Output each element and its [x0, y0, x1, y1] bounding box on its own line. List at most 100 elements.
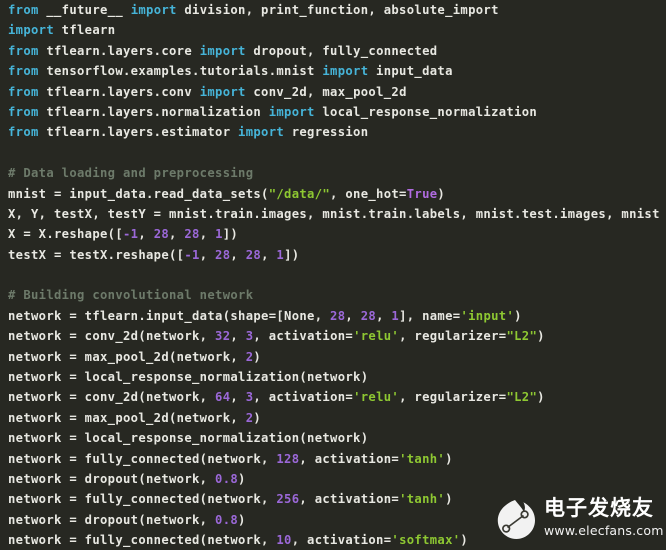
code-line[interactable]: from tflearn.layers.conv import conv_2d,…: [0, 82, 666, 102]
code-token: 'tanh': [399, 492, 446, 507]
code-token: tflearn.layers.conv: [38, 84, 200, 99]
code-token: regression: [284, 125, 369, 140]
code-line[interactable]: network = fully_connected(network, 10, a…: [0, 530, 666, 550]
code-token: , activation=: [253, 390, 354, 405]
code-line[interactable]: network = conv_2d(network, 32, 3, activa…: [0, 326, 666, 346]
code-token: __future__: [38, 3, 131, 17]
code-token: ,: [261, 247, 277, 262]
code-token: ], name=: [399, 308, 461, 323]
code-line[interactable]: network = conv_2d(network, 64, 3, activa…: [0, 387, 666, 407]
code-token: dropout, fully_connected: [245, 43, 438, 58]
code-token: ): [537, 329, 545, 344]
code-token: True: [406, 186, 438, 201]
code-token: ): [253, 349, 262, 364]
code-token: import: [199, 43, 246, 58]
code-token: ,: [199, 227, 216, 242]
code-token: network = conv_2d(network,: [8, 390, 216, 405]
code-token: network = dropout(network,: [8, 512, 216, 527]
code-line[interactable]: [0, 265, 666, 285]
code-token: , activation=: [299, 492, 400, 507]
code-token: ): [445, 451, 453, 466]
code-token: 'relu': [353, 329, 400, 344]
code-line[interactable]: # Building convolutional network: [0, 285, 666, 305]
code-token: ,: [230, 247, 246, 262]
code-token: 256: [276, 492, 300, 507]
code-token: ,: [345, 308, 361, 323]
code-token: ): [238, 471, 246, 486]
code-token: ): [460, 533, 469, 548]
code-token: tflearn.layers.core: [38, 43, 200, 58]
code-token: ,: [138, 227, 154, 242]
code-line[interactable]: import tflearn: [0, 20, 666, 40]
code-token: ): [253, 410, 262, 425]
code-token: 0.8: [215, 512, 239, 527]
code-token: 1: [391, 308, 400, 323]
code-token: network = max_pool_2d(network,: [8, 349, 246, 364]
code-token: ): [514, 308, 522, 323]
code-token: input_data: [368, 64, 453, 79]
code-token: 28: [330, 308, 346, 323]
code-line[interactable]: # Data loading and preprocessing: [0, 163, 666, 183]
code-token: ]): [222, 227, 239, 242]
code-token: conv_2d, max_pool_2d: [245, 84, 407, 99]
code-token: testX = testX.reshape([: [8, 247, 185, 262]
code-line[interactable]: [0, 143, 666, 163]
code-token: import: [268, 104, 315, 119]
code-line[interactable]: network = dropout(network, 0.8): [0, 469, 666, 489]
code-token: , activation=: [253, 329, 354, 344]
code-token: network = fully_connected(network,: [8, 492, 277, 507]
code-token: network = fully_connected(network,: [8, 533, 277, 548]
code-line[interactable]: X, Y, testX, testY = mnist.train.images,…: [0, 204, 666, 224]
code-token: 'input': [460, 308, 515, 323]
code-token: from: [8, 125, 39, 140]
code-token: import: [238, 125, 285, 140]
code-line[interactable]: from __future__ import division, print_f…: [0, 0, 666, 20]
code-token: "L2": [506, 329, 538, 344]
code-token: ): [437, 186, 446, 201]
code-token: 28: [360, 308, 377, 323]
code-token: , activation=: [291, 533, 392, 548]
code-token: tensorflow.examples.tutorials.mnist: [38, 64, 323, 79]
code-token: 28: [153, 227, 170, 242]
code-line[interactable]: from tflearn.layers.normalization import…: [0, 102, 666, 122]
code-line[interactable]: network = max_pool_2d(network, 2): [0, 408, 666, 428]
code-token: mnist = input_data.read_data_sets(: [8, 186, 269, 201]
code-token: 28: [184, 227, 200, 242]
code-token: "L2": [506, 390, 538, 405]
code-line[interactable]: mnist = input_data.read_data_sets("/data…: [0, 184, 666, 204]
code-line[interactable]: network = max_pool_2d(network, 2): [0, 347, 666, 367]
code-token: , activation=: [299, 451, 400, 466]
code-token: network = fully_connected(network,: [8, 451, 277, 466]
code-token: 1: [276, 247, 285, 262]
code-token: 128: [276, 451, 300, 466]
code-token: ,: [376, 308, 392, 323]
code-token: # Building convolutional network: [8, 288, 254, 303]
code-token: network = tflearn.input_data(shape=[None…: [8, 308, 331, 323]
code-line[interactable]: testX = testX.reshape([-1, 28, 28, 1]): [0, 245, 666, 265]
code-token: , regularizer=: [399, 390, 507, 405]
code-token: import: [199, 84, 246, 99]
code-token: 'tanh': [399, 451, 446, 466]
code-token: import: [8, 23, 55, 38]
code-token: ,: [230, 390, 246, 405]
code-token: tflearn.layers.normalization: [38, 104, 269, 119]
code-line[interactable]: network = tflearn.input_data(shape=[None…: [0, 306, 666, 326]
code-line[interactable]: network = local_response_normalization(n…: [0, 428, 666, 448]
code-token: 'relu': [353, 390, 400, 405]
code-line[interactable]: network = dropout(network, 0.8): [0, 510, 666, 530]
code-token: ,: [230, 329, 246, 344]
code-token: 32: [215, 329, 231, 344]
code-token: # Data loading and preprocessing: [8, 166, 254, 181]
code-line[interactable]: X = X.reshape([-1, 28, 28, 1]): [0, 224, 666, 244]
code-line[interactable]: network = local_response_normalization(n…: [0, 367, 666, 387]
code-line[interactable]: from tflearn.layers.core import dropout,…: [0, 41, 666, 61]
code-line[interactable]: from tflearn.layers.estimator import reg…: [0, 122, 666, 142]
code-line[interactable]: network = fully_connected(network, 128, …: [0, 449, 666, 469]
code-editor-content[interactable]: from __future__ import division, print_f…: [0, 0, 666, 550]
code-line[interactable]: network = fully_connected(network, 256, …: [0, 489, 666, 509]
code-token: from: [8, 64, 39, 79]
code-line[interactable]: from tensorflow.examples.tutorials.mnist…: [0, 61, 666, 81]
code-token: , one_hot=: [330, 186, 407, 201]
code-token: network = local_response_normalization(n…: [8, 370, 369, 385]
code-token: from: [8, 3, 39, 17]
